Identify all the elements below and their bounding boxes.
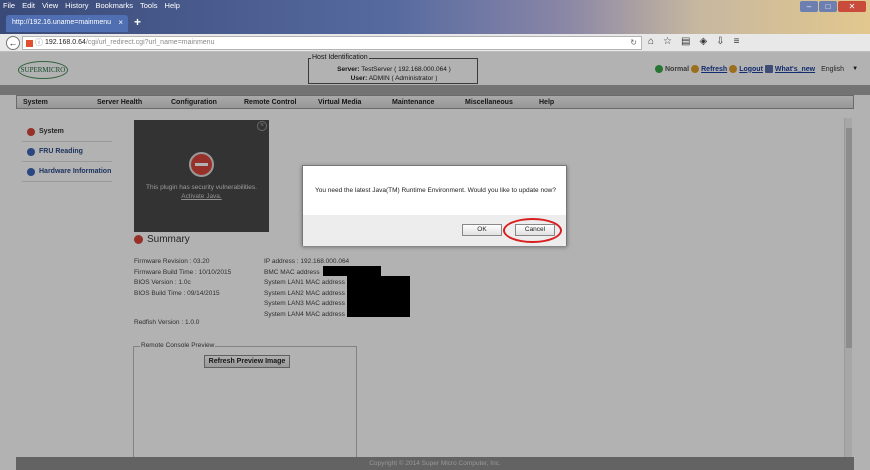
home-icon[interactable]: ⌂ (648, 36, 654, 47)
browser-title-bar: File Edit View History Bookmarks Tools H… (0, 0, 870, 34)
star-icon[interactable]: ☆ (663, 36, 672, 47)
menu-tools[interactable]: Tools (140, 1, 158, 10)
tab-title: http://192.16.uname=mainmenu (12, 19, 112, 26)
back-arrow-icon[interactable]: ← (6, 36, 20, 50)
browser-tab[interactable]: http://192.16.uname=mainmenu × (6, 15, 128, 32)
modal-overlay (0, 52, 870, 470)
dialog-button-area: OK Cancel (303, 215, 566, 246)
bookmarks-icon[interactable]: ▤ (681, 36, 690, 47)
url-path: /cgi/url_redirect.cgi?url_name=mainmenu (85, 39, 215, 46)
maximize-icon[interactable]: □ (819, 1, 837, 12)
minimize-icon[interactable]: – (800, 1, 818, 12)
ok-button[interactable]: OK (462, 224, 502, 236)
menu-bookmarks[interactable]: Bookmarks (96, 1, 134, 10)
tab-close-icon[interactable]: × (118, 18, 123, 27)
menu-help[interactable]: Help (165, 1, 180, 10)
url-host: 192.168.0.64 (45, 39, 86, 46)
info-icon[interactable]: ⓘ (35, 38, 43, 49)
window-controls: – □ ✕ (800, 1, 866, 12)
browser-nav-bar: ← ⓘ 192.168.0.64/cgi/url_redirect.cgi?ur… (0, 34, 870, 52)
menu-view[interactable]: View (42, 1, 58, 10)
java-update-dialog: You need the latest Java(TM) Runtime Env… (302, 165, 567, 246)
new-tab-button[interactable]: + (134, 15, 141, 29)
highlight-ring (503, 218, 562, 243)
browser-menu-bar: File Edit View History Bookmarks Tools H… (3, 1, 180, 10)
dialog-message: You need the latest Java(TM) Runtime Env… (315, 187, 556, 194)
menu-icon[interactable]: ≡ (734, 36, 740, 47)
reload-icon[interactable]: ↻ (630, 38, 637, 47)
close-window-icon[interactable]: ✕ (838, 1, 866, 12)
menu-edit[interactable]: Edit (22, 1, 35, 10)
download-icon[interactable]: ⇩ (716, 36, 724, 47)
url-bar[interactable]: ⓘ 192.168.0.64/cgi/url_redirect.cgi?url_… (22, 36, 642, 50)
menu-file[interactable]: File (3, 1, 15, 10)
browser-toolbar: ⌂ ☆ ▤ ◈ ⇩ ≡ (648, 36, 739, 47)
pocket-icon[interactable]: ◈ (699, 36, 707, 47)
site-icon (26, 40, 33, 47)
menu-history[interactable]: History (65, 1, 88, 10)
